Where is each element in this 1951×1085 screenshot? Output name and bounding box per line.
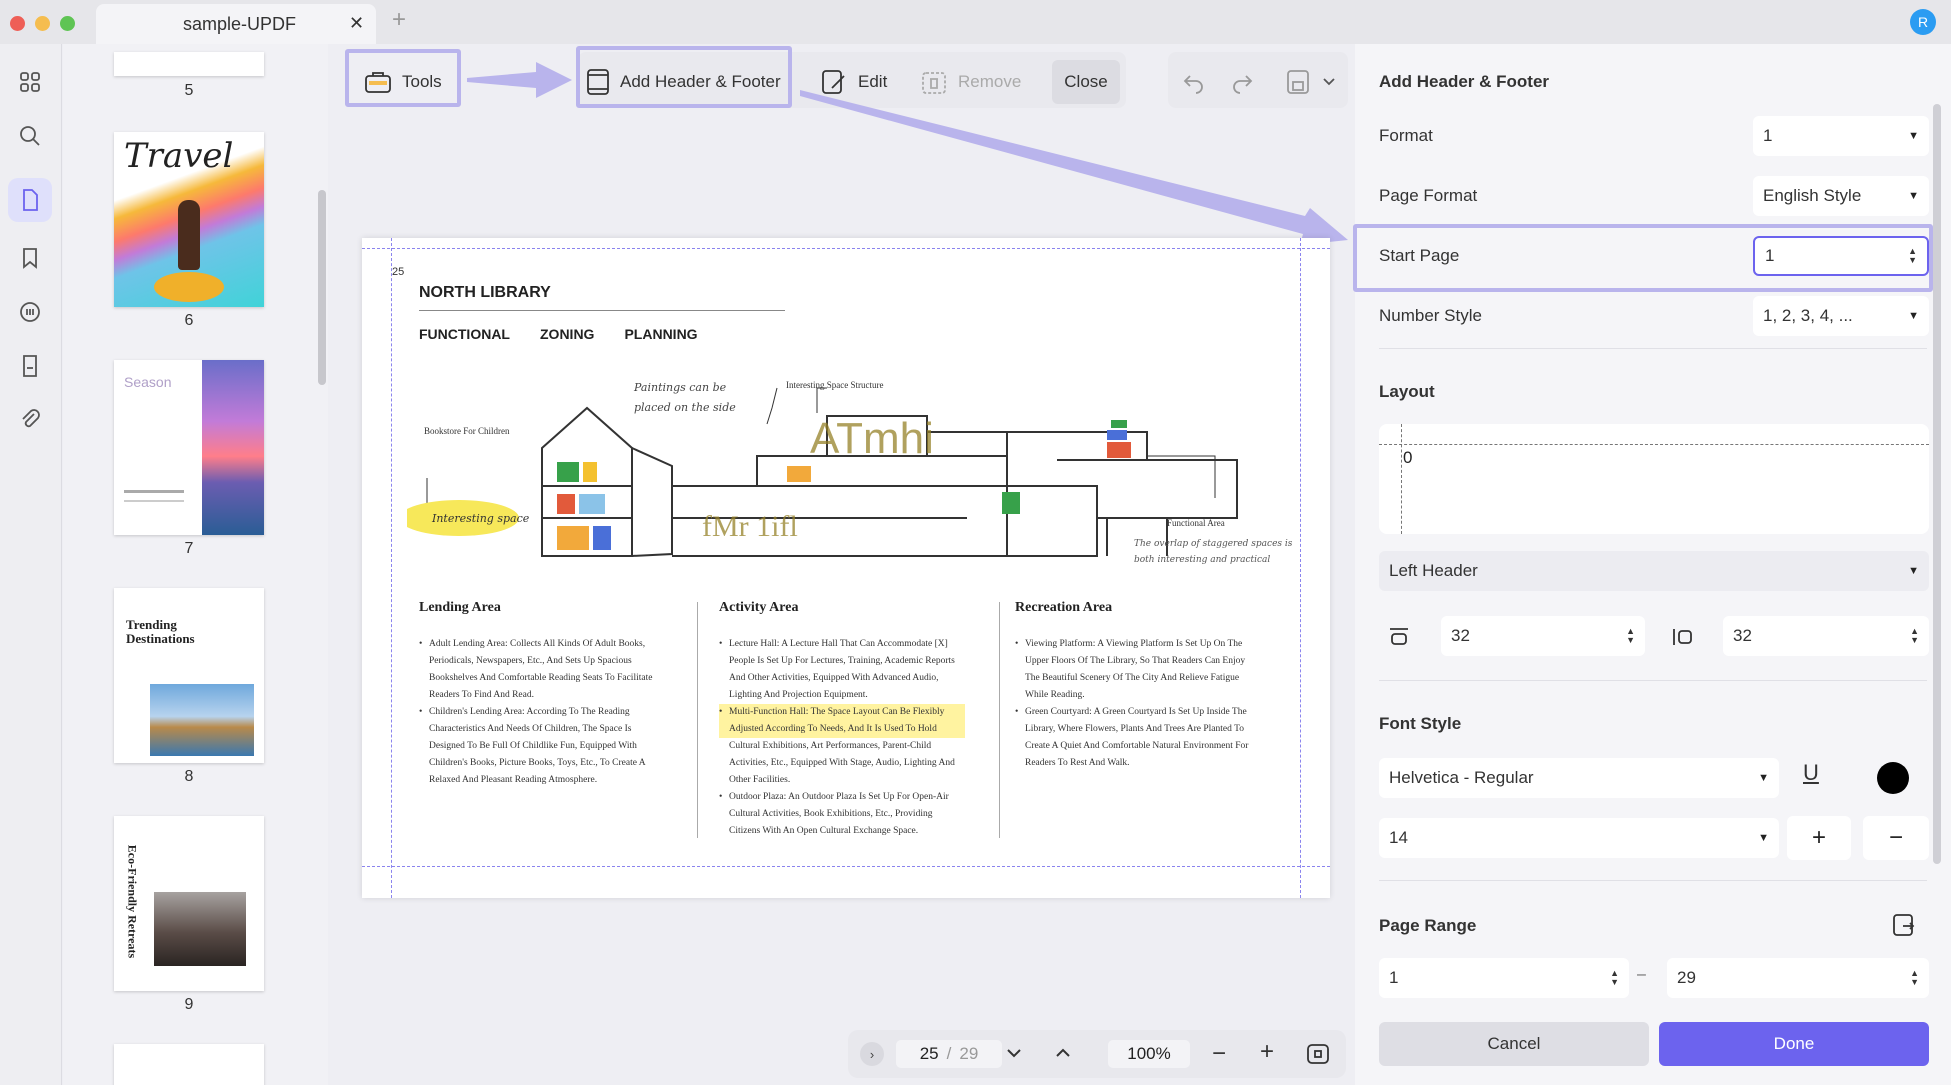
number-style-select[interactable]: 1, 2, 3, 4, ... ▼ xyxy=(1753,296,1929,336)
layout-label: Layout xyxy=(1379,382,1435,401)
zoom-level[interactable]: 100% xyxy=(1108,1040,1190,1068)
side-margin-value: 32 xyxy=(1733,626,1752,645)
number-style-label: Number Style xyxy=(1379,306,1482,325)
format-label: Format xyxy=(1379,126,1433,145)
subtitle-planning: PLANNING xyxy=(624,326,698,342)
font-family-select[interactable]: Helvetica - Regular ▼ xyxy=(1379,758,1779,798)
column-item: Green Courtyard: A Green Courtyard Is Se… xyxy=(1015,704,1261,772)
watermark-text: ATmhi xyxy=(810,414,934,463)
label-bookstore: Bookstore For Children xyxy=(424,426,510,436)
column-item: Multi-Function Hall: The Space Layout Ca… xyxy=(719,704,965,789)
font-size-value: 14 xyxy=(1389,828,1408,847)
column-item: Children's Lending Area: According To Th… xyxy=(419,704,665,789)
column-title: Recreation Area xyxy=(1015,600,1113,615)
number-style-value: 1, 2, 3, 4, ... xyxy=(1763,306,1853,325)
done-button[interactable]: Done xyxy=(1659,1022,1929,1066)
page-format-value: English Style xyxy=(1763,186,1862,205)
column-item: Viewing Platform: A Viewing Platform Is … xyxy=(1015,636,1261,704)
label-paintings: Paintings can be placed on the side xyxy=(634,381,736,414)
top-margin-value: 32 xyxy=(1451,626,1470,645)
current-page: 25 xyxy=(919,1044,939,1063)
chevron-down-icon: ▼ xyxy=(1908,190,1919,202)
side-margin-stepper[interactable]: ▲ ▼ xyxy=(1910,627,1919,645)
format-value: 1 xyxy=(1763,126,1773,145)
panel-scrollbar[interactable] xyxy=(1933,104,1941,864)
range-end-input[interactable]: 29 ▲ ▼ xyxy=(1667,958,1929,998)
font-color-swatch[interactable] xyxy=(1877,762,1909,794)
format-select[interactable]: 1 ▼ xyxy=(1753,116,1929,156)
position-select[interactable]: Left Header ▼ xyxy=(1379,551,1929,591)
panel-title: Add Header & Footer xyxy=(1379,72,1550,91)
top-margin-input[interactable]: 32 ▲ ▼ xyxy=(1441,616,1645,656)
range-end-stepper[interactable]: ▲ ▼ xyxy=(1910,969,1919,987)
range-start-input[interactable]: 1 ▲ ▼ xyxy=(1379,958,1629,998)
range-dash: – xyxy=(1637,966,1646,983)
font-family-value: Helvetica - Regular xyxy=(1389,768,1534,787)
cancel-button[interactable]: Cancel xyxy=(1379,1022,1649,1066)
range-end-value: 29 xyxy=(1677,968,1696,987)
label-functional-area: Functional Area xyxy=(1167,518,1225,528)
column-item: Outdoor Plaza: An Outdoor Plaza Is Set U… xyxy=(719,789,965,840)
doc-subtitle: FUNCTIONAL ZONING PLANNING xyxy=(419,326,698,342)
column-title: Lending Area xyxy=(419,600,501,615)
column-text: Lecture Hall: A Lecture Hall That Can Ac… xyxy=(719,636,965,840)
side-margin-input[interactable]: 32 ▲ ▼ xyxy=(1723,616,1929,656)
underline-icon[interactable]: U xyxy=(1803,760,1819,786)
chevron-down-icon: ▼ xyxy=(1758,832,1769,844)
page-range-label: Page Range xyxy=(1379,916,1477,935)
page-separator: / xyxy=(946,1044,952,1063)
chevron-down-icon: ▼ xyxy=(1758,772,1769,784)
label-interesting-structure: Interesting Space Structure xyxy=(786,380,884,390)
page-input[interactable]: 25 / 29 xyxy=(896,1040,1002,1068)
prev-page-chevron-up-icon[interactable] xyxy=(1052,1042,1074,1069)
zoom-in-button[interactable]: + xyxy=(1260,1038,1274,1066)
label-overlap: The overlap of staggered spaces is both … xyxy=(1134,539,1293,565)
header-footer-panel: Add Header & Footer Format 1 ▼ Page Forma… xyxy=(1353,44,1951,1085)
range-start-value: 1 xyxy=(1389,968,1399,987)
label-interesting-space: Interesting space xyxy=(432,512,530,525)
subtitle-zoning: ZONING xyxy=(540,326,595,342)
subtitle-functional: FUNCTIONAL xyxy=(419,326,510,342)
total-pages: 29 xyxy=(959,1044,979,1063)
column-title: Activity Area xyxy=(719,600,799,615)
top-margin-icon xyxy=(1387,626,1411,653)
position-value: Left Header xyxy=(1389,561,1478,580)
page-range-settings-icon[interactable] xyxy=(1891,912,1917,943)
side-margin-icon xyxy=(1671,626,1695,653)
page-format-select[interactable]: English Style ▼ xyxy=(1753,176,1929,216)
column-item: Adult Lending Area: Collects All Kinds O… xyxy=(419,636,665,704)
column-text: Viewing Platform: A Viewing Platform Is … xyxy=(1015,636,1261,772)
zoom-out-button[interactable]: − xyxy=(1212,1040,1226,1068)
layout-preview-number: 0 xyxy=(1403,448,1413,467)
document-page: 25 NORTH LIBRARY FUNCTIONAL ZONING PLANN… xyxy=(362,238,1330,898)
decrease-font-button[interactable]: − xyxy=(1863,816,1929,860)
chevron-down-icon: ▼ xyxy=(1908,565,1919,577)
next-page-chevron-down-icon[interactable] xyxy=(1003,1042,1025,1069)
column-text: Adult Lending Area: Collects All Kinds O… xyxy=(419,636,665,789)
font-style-label: Font Style xyxy=(1379,714,1462,733)
chevron-down-icon: ▼ xyxy=(1908,310,1919,322)
watermark-text: fMr 1ifl xyxy=(702,510,798,543)
column-item: Lecture Hall: A Lecture Hall That Can Ac… xyxy=(719,636,965,704)
chevron-down-icon: ▼ xyxy=(1908,130,1919,142)
layout-preview[interactable]: 0 xyxy=(1379,424,1929,534)
nav-expand-chevron-icon[interactable]: › xyxy=(860,1042,884,1066)
doc-title: NORTH LIBRARY xyxy=(419,284,551,301)
font-size-select[interactable]: 14 ▼ xyxy=(1379,818,1779,858)
top-margin-stepper[interactable]: ▲ ▼ xyxy=(1626,627,1635,645)
page-format-label: Page Format xyxy=(1379,186,1478,205)
fit-page-icon[interactable] xyxy=(1306,1043,1330,1070)
start-page-highlight xyxy=(1353,224,1933,292)
page-number-mark: 25 xyxy=(392,266,405,278)
increase-font-button[interactable]: + xyxy=(1787,816,1851,860)
range-start-stepper[interactable]: ▲ ▼ xyxy=(1610,969,1619,987)
